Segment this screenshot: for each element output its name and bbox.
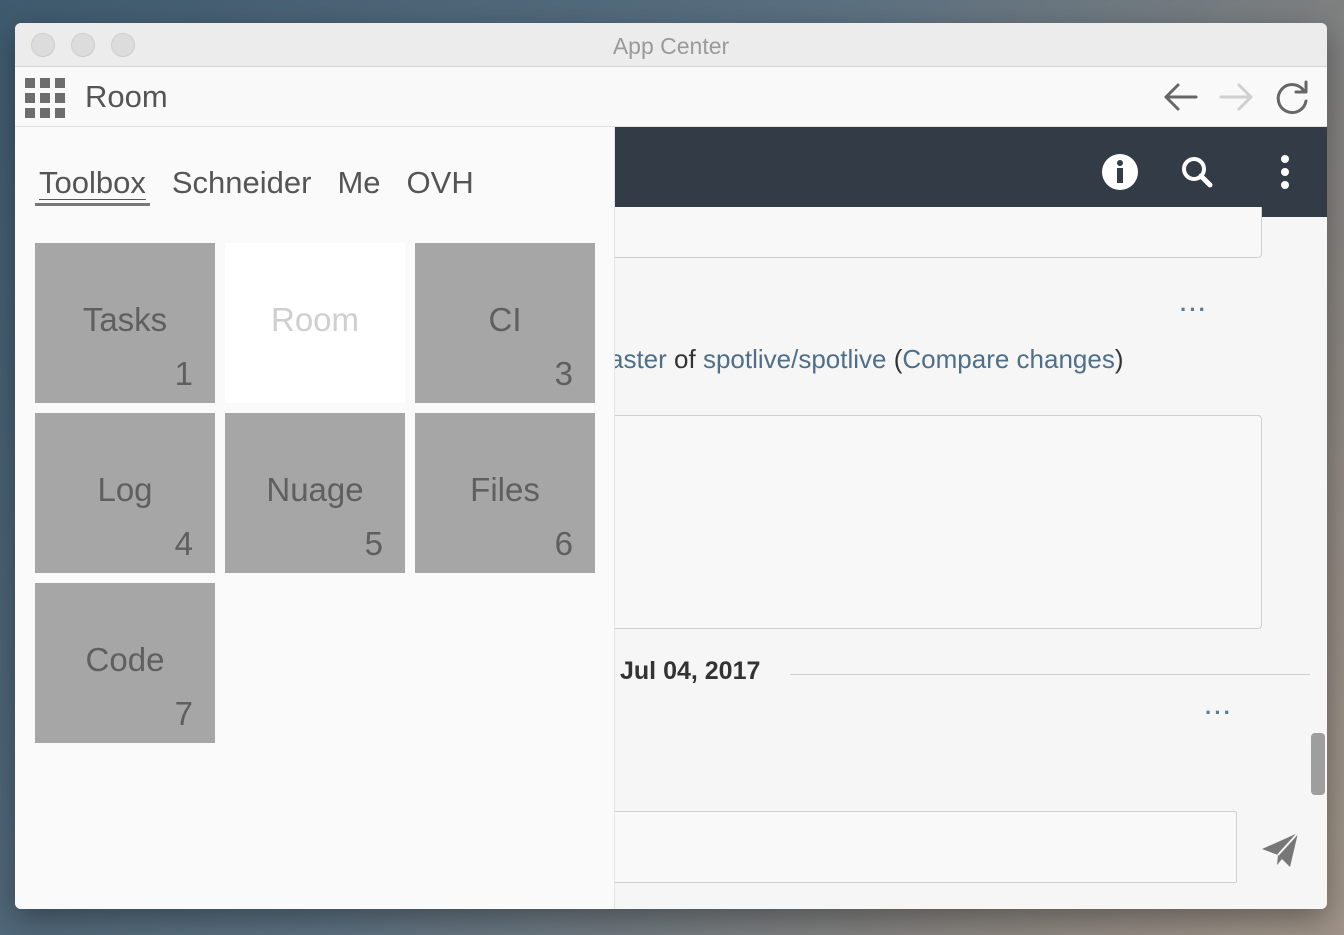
current-app-title: Room xyxy=(85,79,168,114)
app-window: App Center Room ··· aster of spotlive/sp… xyxy=(15,23,1327,909)
tile-ci[interactable]: CI 3 xyxy=(415,243,595,403)
scrollbar-track[interactable] xyxy=(1310,217,1327,909)
message-attachment xyxy=(605,415,1262,629)
tab-toolbox[interactable]: Toolbox xyxy=(35,165,150,206)
tile-log[interactable]: Log 4 xyxy=(35,413,215,573)
tab-ovh[interactable]: OVH xyxy=(403,165,478,206)
commit-message: aster of spotlive/spotlive (Compare chan… xyxy=(609,344,1124,374)
chat-header xyxy=(615,127,1327,217)
more-vertical-icon[interactable] xyxy=(1265,152,1305,192)
message-more-button[interactable]: ··· xyxy=(1180,297,1208,323)
window-title: App Center xyxy=(612,33,730,59)
title-bar: App Center xyxy=(15,23,1327,67)
tile-code[interactable]: Code 7 xyxy=(35,583,215,743)
tab-me[interactable]: Me xyxy=(333,165,384,206)
date-divider-line xyxy=(790,674,1310,675)
branch-link[interactable]: aster xyxy=(609,344,667,374)
tile-files[interactable]: Files 6 xyxy=(415,413,595,573)
search-icon[interactable] xyxy=(1177,152,1217,192)
message-more-button-2[interactable]: ··· xyxy=(1205,700,1233,726)
toolbox-panel: Toolbox Schneider Me OVH Tasks 1 Room CI… xyxy=(15,127,615,909)
message-attachment-top xyxy=(605,207,1262,258)
date-separator: Jul 04, 2017 xyxy=(620,657,761,685)
repo-link[interactable]: spotlive/spotlive xyxy=(703,344,887,374)
toolbox-tabs: Toolbox Schneider Me OVH xyxy=(35,165,496,206)
tile-nuage[interactable]: Nuage 5 xyxy=(225,413,405,573)
compare-changes-link[interactable]: Compare changes xyxy=(902,344,1114,374)
scrollbar-thumb[interactable] xyxy=(1311,733,1325,795)
tile-room[interactable]: Room xyxy=(225,243,405,403)
message-input[interactable] xyxy=(605,811,1237,883)
app-grid-icon[interactable] xyxy=(25,78,65,118)
tile-tasks[interactable]: Tasks 1 xyxy=(35,243,215,403)
send-icon[interactable] xyxy=(1260,829,1300,869)
info-icon[interactable] xyxy=(1100,152,1140,192)
tab-schneider[interactable]: Schneider xyxy=(168,165,316,206)
navigation-bar: Room xyxy=(15,67,1327,127)
back-arrow-icon[interactable] xyxy=(1160,77,1200,117)
forward-arrow-icon[interactable] xyxy=(1217,77,1257,117)
reload-icon[interactable] xyxy=(1272,77,1312,117)
chat-body: ··· aster of spotlive/spotlive (Compare … xyxy=(605,207,1327,909)
